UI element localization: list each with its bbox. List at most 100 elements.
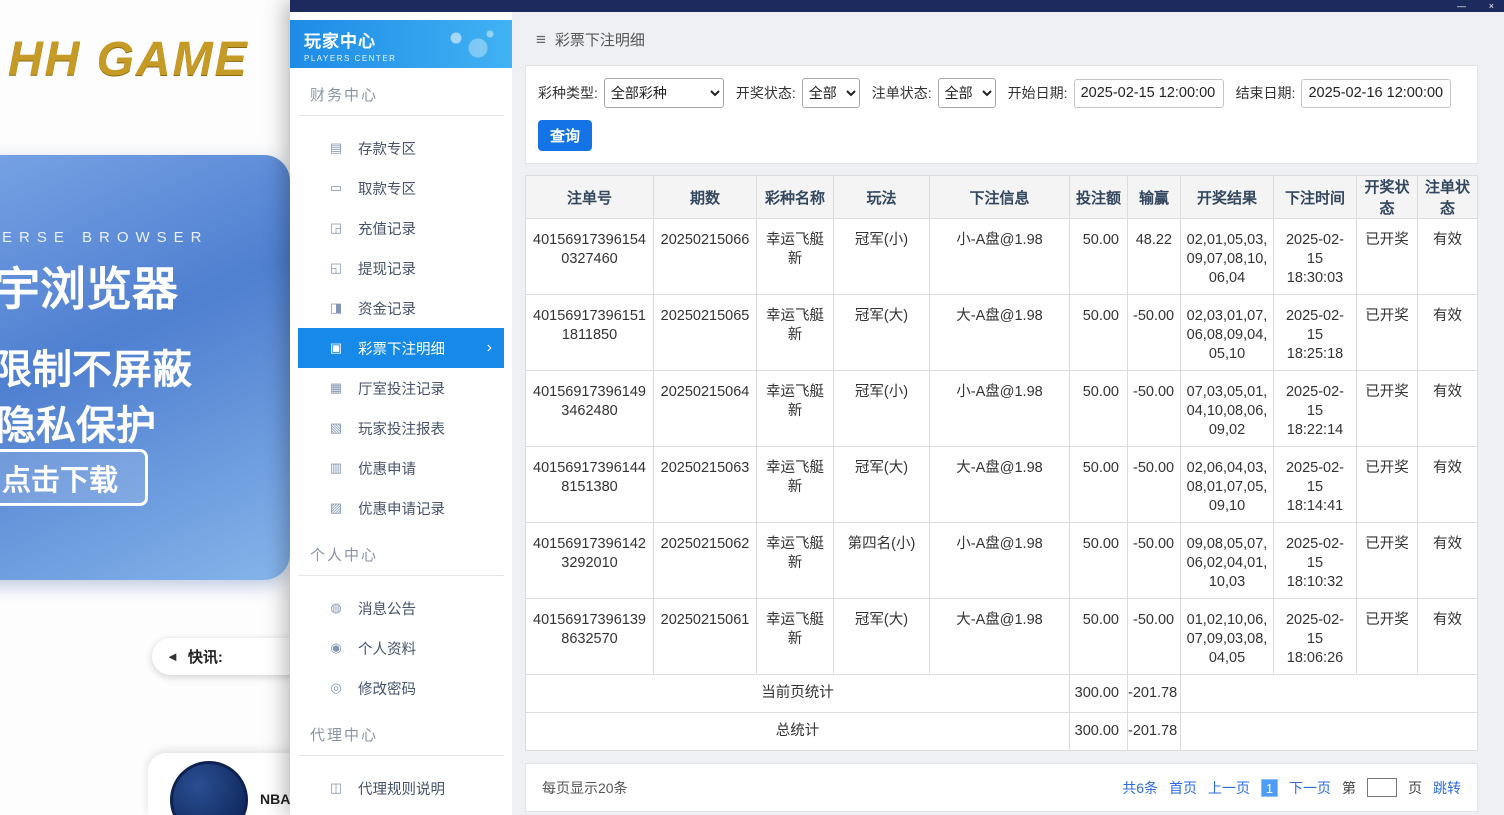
column-header: 注单号 xyxy=(526,176,654,219)
table-cell: 401569173961448151380 xyxy=(526,447,654,523)
team-label: NBA xyxy=(260,791,290,807)
start-date-input[interactable] xyxy=(1074,79,1224,108)
sidebar-item-label: 提现记录 xyxy=(358,258,416,279)
sidebar-item[interactable]: ◱ 提现记录 xyxy=(298,248,504,288)
summary-cell xyxy=(1181,713,1478,751)
menu-icon[interactable]: ≡ xyxy=(536,30,546,50)
table-row: 40156917396154032746020250215066幸运飞艇新冠军(… xyxy=(526,219,1478,295)
table-cell: 07,03,05,01,04,10,08,06,09,02 xyxy=(1181,371,1274,447)
table-cell: 大-A盘@1.98 xyxy=(930,599,1070,675)
summary-cell: 总统计 xyxy=(526,713,1070,751)
speaker-icon: ◄ xyxy=(166,649,179,664)
withdraw-icon: ▭ xyxy=(328,180,344,196)
table-cell: 大-A盘@1.98 xyxy=(930,447,1070,523)
table-cell: 小-A盘@1.98 xyxy=(930,219,1070,295)
sidebar-item[interactable]: ◨资金记录 xyxy=(298,288,504,328)
close-button[interactable]: × xyxy=(1489,0,1494,12)
sidebar-item[interactable]: ◉个人资料 xyxy=(298,628,504,668)
lottery-type-select[interactable]: 全部彩种 xyxy=(604,78,724,108)
table-cell: 20250215065 xyxy=(654,295,757,371)
sidebar-menu: 财务中心▤存款专区▭取款专区◲充值记录◱提现记录◨资金记录▣彩票下注明细›▦厅室… xyxy=(290,68,512,815)
main-content: ≡ 彩票下注明细 彩种类型: 全部彩种 开奖状态: xyxy=(512,12,1504,815)
table-cell: 小-A盘@1.98 xyxy=(930,371,1070,447)
sidebar-item-label: 优惠申请 xyxy=(358,458,416,479)
withdraw-record-icon: ◱ xyxy=(328,260,344,276)
summary-cell: 300.00 xyxy=(1070,675,1128,713)
sidebar-item-label: 个人资料 xyxy=(358,638,416,659)
table-cell: 2025-02-15 18:30:03 xyxy=(1274,219,1357,295)
column-header: 玩法 xyxy=(834,176,930,219)
draw-status-label: 开奖状态: xyxy=(736,83,796,103)
table-cell: 冠军(大) xyxy=(834,599,930,675)
sidebar-item-label: 修改密码 xyxy=(358,678,416,699)
table-cell: 有效 xyxy=(1418,219,1478,295)
sidebar-item[interactable]: ▩代理团队统计 xyxy=(298,808,504,815)
sidebar-item[interactable]: ◍消息公告 xyxy=(298,588,504,628)
order-status-select[interactable]: 全部 xyxy=(938,78,996,108)
column-header: 开奖结果 xyxy=(1181,176,1274,219)
sidebar-item[interactable]: ▭ 取款专区 xyxy=(298,168,504,208)
sidebar-item-label: 取款专区 xyxy=(358,178,416,199)
current-page-badge[interactable]: 1 xyxy=(1261,779,1278,797)
first-page-link[interactable]: 首页 xyxy=(1169,778,1197,798)
banner-eyebrow: ERSE BROWSER xyxy=(2,229,209,246)
column-header: 下注时间 xyxy=(1274,176,1357,219)
sidebar-item[interactable]: ◲充值记录 xyxy=(298,208,504,248)
draw-status-select[interactable]: 全部 xyxy=(802,78,860,108)
start-date-label: 开始日期: xyxy=(1008,83,1068,103)
promo-apply-record-icon: ▨ xyxy=(328,500,344,516)
table-cell: 小-A盘@1.98 xyxy=(930,523,1070,599)
table-cell: 冠军(大) xyxy=(834,447,930,523)
sidebar-header: 玩家中心 PLAYERS CENTER xyxy=(290,20,512,68)
table-cell: 幸运飞艇新 xyxy=(757,219,834,295)
column-header: 输赢 xyxy=(1128,176,1181,219)
table-row: 40156917396142329201020250215062幸运飞艇新第四名… xyxy=(526,523,1478,599)
sidebar-item[interactable]: ▨ 优惠申请记录 xyxy=(298,488,504,528)
table-cell: 401569173961398632570 xyxy=(526,599,654,675)
sidebar-section-title: 个人中心 xyxy=(298,528,504,576)
sidebar-item[interactable]: ▧ 玩家投注报表 xyxy=(298,408,504,448)
table-cell: 50.00 xyxy=(1070,523,1128,599)
prev-page-link[interactable]: 上一页 xyxy=(1208,778,1250,798)
recharge-record-icon: ◲ xyxy=(328,220,344,236)
per-page-label: 每页显示20条 xyxy=(542,778,628,798)
deposit-icon: ▤ xyxy=(328,140,344,156)
table-cell: 冠军(小) xyxy=(834,371,930,447)
table-cell: 有效 xyxy=(1418,599,1478,675)
sidebar-item[interactable]: ▥优惠申请 xyxy=(298,448,504,488)
jump-button[interactable]: 跳转 xyxy=(1433,778,1461,798)
sidebar-item[interactable]: ▣彩票下注明细› xyxy=(298,328,504,368)
news-ticker: ◄ 快讯: xyxy=(152,638,312,675)
promo-banner: ERSE BROWSER 宇浏览器 限制不屏蔽 隐私保护 点击下载 xyxy=(0,155,290,580)
summary-cell: -201.78 xyxy=(1128,713,1181,751)
sidebar-item[interactable]: ◎修改密码 xyxy=(298,668,504,708)
sidebar-item[interactable]: ▤存款专区 xyxy=(298,128,504,168)
lottery-type-label: 彩种类型: xyxy=(538,83,598,103)
table-cell: 已开奖 xyxy=(1357,599,1418,675)
table-cell: -50.00 xyxy=(1128,447,1181,523)
hall-bet-record-icon: ▦ xyxy=(328,380,344,396)
table-cell: 2025-02-15 18:06:26 xyxy=(1274,599,1357,675)
sidebar-item-label: 玩家投注报表 xyxy=(358,418,445,439)
end-date-input[interactable] xyxy=(1301,79,1451,108)
decor-bubbles-icon xyxy=(446,28,498,60)
player-bet-report-icon: ▧ xyxy=(328,420,344,436)
minimize-button[interactable]: — xyxy=(1457,0,1466,12)
download-button[interactable]: 点击下载 xyxy=(0,449,148,506)
sidebar-item[interactable]: ◫代理规则说明 xyxy=(298,768,504,808)
sidebar-item-label: 代理规则说明 xyxy=(358,778,445,799)
page-jump-input[interactable] xyxy=(1367,778,1397,797)
table-cell: 50.00 xyxy=(1070,219,1128,295)
player-center-modal: — × 玩家中心 PLAYERS CENTER 财务中心▤存款专区▭取款专区◲充… xyxy=(290,0,1504,815)
table-cell: 冠军(小) xyxy=(834,219,930,295)
sidebar-item-label: 优惠申请记录 xyxy=(358,498,445,519)
table-cell: 401569173961540327460 xyxy=(526,219,654,295)
query-button[interactable]: 查询 xyxy=(538,120,592,151)
sidebar-item[interactable]: ▦厅室投注记录 xyxy=(298,368,504,408)
message-icon: ◍ xyxy=(328,600,344,616)
table-cell: 50.00 xyxy=(1070,295,1128,371)
table-cell: 有效 xyxy=(1418,371,1478,447)
column-header: 投注额 xyxy=(1070,176,1128,219)
next-page-link[interactable]: 下一页 xyxy=(1289,778,1331,798)
summary-cell: 300.00 xyxy=(1070,713,1128,751)
